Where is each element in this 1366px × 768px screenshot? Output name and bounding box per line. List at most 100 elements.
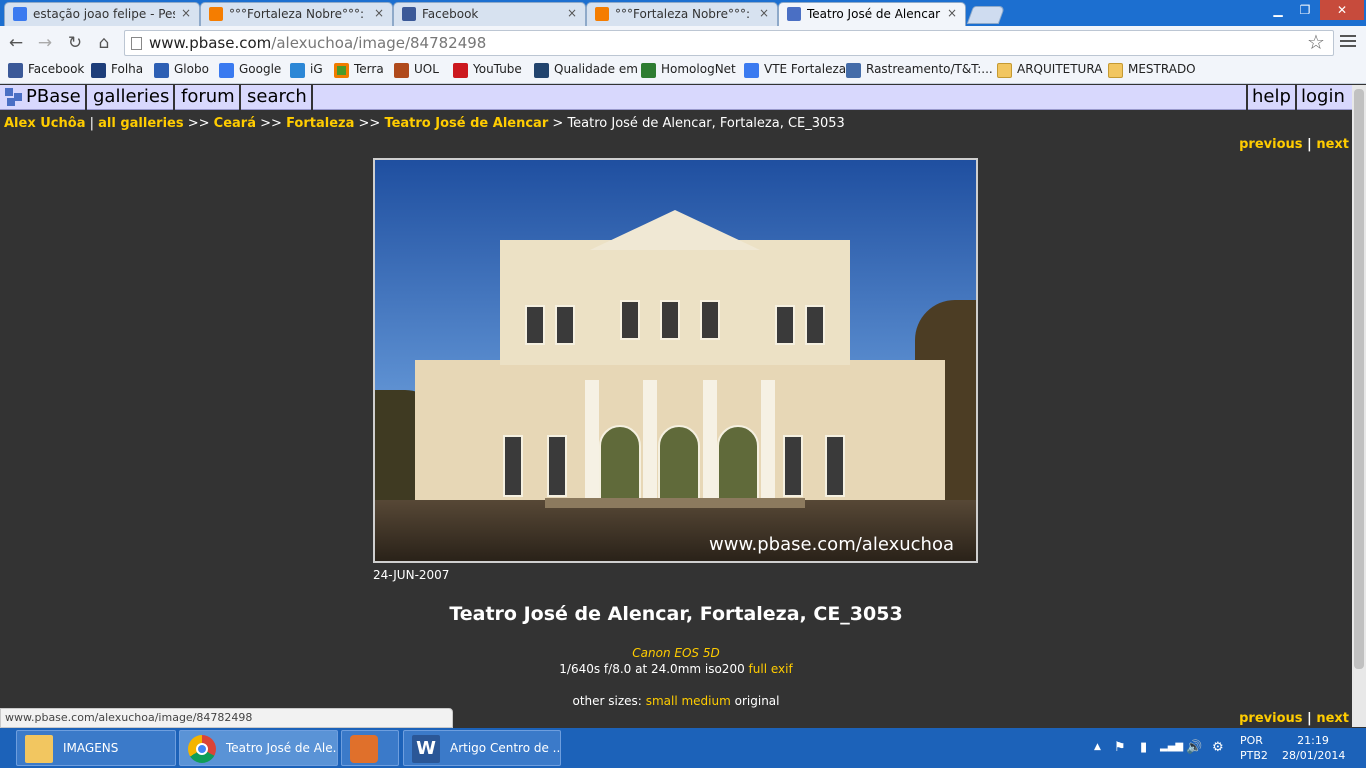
wifi-signal-icon[interactable]: ▂▄▆ (1160, 741, 1183, 752)
bookmark-vte-fortaleza[interactable]: VTE Fortaleza (744, 62, 847, 78)
bookmark-label: Globo (174, 62, 209, 76)
breadcrumb-ceara-link[interactable]: Ceará (214, 116, 256, 131)
bookmark-rastreamento[interactable]: Rastreamento/T&T:... (846, 62, 993, 78)
taskbar-media-player[interactable] (341, 730, 399, 766)
new-tab-button[interactable] (966, 6, 1006, 24)
tab-facebook[interactable]: Facebook × (393, 2, 586, 26)
other-sizes-label: other sizes: (572, 694, 642, 708)
system-clock[interactable]: 21:19 28/01/2014 (1282, 733, 1345, 763)
breadcrumb-fortaleza-link[interactable]: Fortaleza (286, 116, 354, 131)
breadcrumb-all-galleries-link[interactable]: all galleries (98, 116, 183, 131)
facebook-icon (402, 7, 416, 21)
input-language[interactable]: POR PTB2 (1240, 733, 1268, 763)
breadcrumb-teatro-link[interactable]: Teatro José de Alencar (384, 116, 548, 131)
next-link[interactable]: next (1316, 137, 1349, 152)
full-exif-link[interactable]: full exif (749, 662, 793, 676)
bookmark-label: Rastreamento/T&T:... (866, 62, 993, 76)
bookmark-label: UOL (414, 62, 439, 76)
breadcrumb-current: Teatro José de Alencar, Fortaleza, CE_30… (567, 116, 845, 131)
taskbar-label: Artigo Centro de ... (450, 741, 561, 755)
pbase-logo-link[interactable]: PBase (2, 85, 87, 110)
action-center-flag-icon[interactable]: ⚑ (1114, 740, 1126, 755)
breadcrumb-user-link[interactable]: Alex Uchôa (4, 116, 85, 131)
bookmark-folder-mestrado[interactable]: MESTRADO (1108, 62, 1196, 78)
maximize-icon[interactable]: ❐ (1292, 0, 1318, 20)
tab-close-icon[interactable]: × (181, 6, 191, 20)
exposure-info: 1/640s f/8.0 at 24.0mm iso200 full exif (0, 662, 1352, 676)
bookmark-globo[interactable]: Globo (154, 62, 209, 78)
nav-forum-link[interactable]: forum (177, 85, 241, 110)
battery-icon[interactable]: ▮ (1140, 740, 1147, 755)
show-hidden-icons-icon[interactable]: ▲ (1094, 742, 1101, 752)
breadcrumb-separator: >> (187, 116, 210, 131)
address-bar[interactable]: www.pbase.com/alexuchoa/image/84782498 (124, 30, 1334, 56)
scrollbar-thumb[interactable] (1354, 89, 1364, 669)
minimize-icon[interactable]: ▁ (1264, 0, 1292, 20)
nav-galleries-link[interactable]: galleries (89, 85, 176, 110)
word-icon: W (412, 735, 440, 763)
bookmark-label: VTE Fortaleza (764, 62, 847, 76)
bookmark-star-icon[interactable]: ☆ (1307, 30, 1325, 54)
close-window-icon[interactable]: ✕ (1320, 0, 1364, 20)
taskbar-label: Teatro José de Ale... (226, 741, 338, 755)
tab-google-search[interactable]: estação joao felipe - Pesquisa × (4, 2, 200, 26)
bookmark-youtube[interactable]: YouTube (453, 62, 522, 78)
tab-teatro-active[interactable]: Teatro José de Alencar, Fo × (778, 2, 966, 26)
tab-close-icon[interactable]: × (947, 6, 957, 20)
breadcrumb: Alex Uchôa | all galleries >> Ceará >> F… (4, 116, 845, 131)
taskbar-imagens-folder[interactable]: IMAGENS (16, 730, 176, 766)
bookmark-homolognet[interactable]: HomologNet (641, 62, 736, 78)
volume-icon[interactable]: 🔊 (1186, 740, 1202, 755)
chrome-icon (188, 735, 216, 763)
language-code: POR (1240, 734, 1263, 747)
tab-close-icon[interactable]: × (567, 6, 577, 20)
next-link[interactable]: next (1316, 711, 1349, 726)
qualidade-icon (534, 63, 549, 78)
taskbar-chrome[interactable]: Teatro José de Ale... (179, 730, 338, 766)
pagination-top: previous | next (1239, 137, 1349, 152)
bookmark-terra[interactable]: Terra (334, 62, 384, 78)
bookmark-qualidade[interactable]: Qualidade em (534, 62, 638, 78)
bookmark-label: Folha (111, 62, 144, 76)
nav-search-link[interactable]: search (243, 85, 313, 110)
size-small-link[interactable]: small (646, 694, 678, 708)
tab-close-icon[interactable]: × (759, 6, 769, 20)
bookmark-ig[interactable]: iG (290, 62, 323, 78)
size-medium-link[interactable]: medium (681, 694, 730, 708)
pbase-logo-icon (5, 88, 23, 106)
network-status-icon[interactable]: ⚙ (1212, 740, 1224, 755)
tab-fortaleza-nobre-2[interactable]: °°°Fortaleza Nobre°°°: Pra × (586, 2, 778, 26)
other-sizes: other sizes: small medium original (0, 694, 1352, 708)
web-page: PBase galleries forum search help login … (0, 85, 1352, 727)
folder-icon (25, 735, 53, 763)
back-arrow-icon[interactable]: ← (5, 32, 27, 54)
home-icon[interactable]: ⌂ (93, 32, 115, 54)
blogger-icon (595, 7, 609, 21)
tab-fortaleza-nobre-1[interactable]: °°°Fortaleza Nobre°°°: Pra × (200, 2, 393, 26)
vertical-scrollbar[interactable] (1352, 85, 1366, 727)
main-photo[interactable]: www.pbase.com/alexuchoa (373, 158, 978, 563)
uol-icon (394, 63, 409, 78)
folder-icon (997, 63, 1012, 78)
previous-link[interactable]: previous (1239, 711, 1302, 726)
bookmark-label: Facebook (28, 62, 85, 76)
page-icon (131, 37, 142, 50)
bookmark-google[interactable]: Google (219, 62, 281, 78)
camera-model-link[interactable]: Canon EOS 5D (0, 646, 1352, 660)
nav-login-link[interactable]: login (1297, 85, 1349, 110)
taskbar-word[interactable]: W Artigo Centro de ... (403, 730, 561, 766)
tab-close-icon[interactable]: × (374, 6, 384, 20)
bookmark-folder-arquitetura[interactable]: ARQUITETURA (997, 62, 1103, 78)
nav-help-link[interactable]: help (1246, 85, 1297, 110)
tab-title: Teatro José de Alencar, Fo (807, 7, 941, 21)
breadcrumb-separator: > (552, 116, 564, 131)
previous-link[interactable]: previous (1239, 137, 1302, 152)
bookmark-uol[interactable]: UOL (394, 62, 439, 78)
bookmark-label: ARQUITETURA (1017, 62, 1103, 76)
breadcrumb-separator: >> (358, 116, 381, 131)
bookmark-folha[interactable]: Folha (91, 62, 144, 78)
bookmark-facebook[interactable]: Facebook (8, 62, 85, 78)
reload-icon[interactable]: ↻ (64, 32, 86, 54)
forward-arrow-icon[interactable]: → (34, 32, 56, 54)
chrome-menu-icon[interactable] (1340, 33, 1356, 49)
